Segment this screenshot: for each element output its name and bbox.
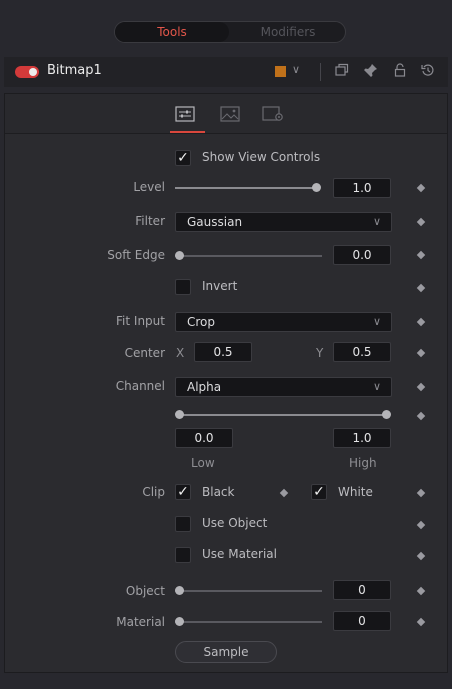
node-enable-toggle[interactable] [15,66,39,78]
node-color-swatch[interactable] [275,66,286,77]
clip-white-label: White [338,485,373,499]
filter-value: Gaussian [187,215,243,229]
clip-label: Clip [142,485,165,499]
center-y-label: Y [316,346,324,360]
center-x-label: X [176,346,185,360]
channel-label: Channel [115,379,165,393]
range-slider-fill [180,414,386,416]
tools-modifiers-switch: Tools Modifiers [114,21,346,43]
object-slider-handle[interactable] [175,586,184,595]
image-tab-icon[interactable] [220,106,240,125]
chevron-down-icon: ∨ [372,215,381,228]
center-label: Center [124,346,165,360]
level-label: Level [133,180,165,194]
clip-white-checkbox[interactable]: ✓ [311,484,327,500]
center-y-input[interactable]: 0.5 [333,342,391,362]
fit-input-dropdown[interactable]: Crop ∨ [175,312,392,332]
clip-black-label: Black [202,485,235,499]
use-object-label: Use Object [202,516,268,530]
use-material-checkbox[interactable] [175,547,191,563]
range-high-handle[interactable] [382,410,391,419]
channel-value: Alpha [187,380,222,394]
range-low-input[interactable]: 0.0 [175,428,233,448]
chevron-down-icon: ∨ [372,380,381,393]
filter-dropdown[interactable]: Gaussian ∨ [175,212,392,232]
show-view-controls-checkbox[interactable]: ✓ [175,150,191,166]
fit-input-label: Fit Input [116,314,165,328]
invert-checkbox[interactable] [175,279,191,295]
use-object-checkbox[interactable] [175,516,191,532]
clip-black-checkbox[interactable]: ✓ [175,484,191,500]
level-input[interactable]: 1.0 [333,178,391,198]
settings-tab-icon[interactable] [262,106,284,125]
level-slider-fill [175,187,319,189]
duplicate-icon[interactable] [335,63,349,81]
range-high-label: High [349,456,377,470]
soft-edge-slider-handle[interactable] [175,251,184,260]
header-divider [320,63,321,81]
soft-edge-label: Soft Edge [107,248,165,262]
chevron-down-icon: ∨ [372,315,381,328]
material-slider-handle[interactable] [175,617,184,626]
soft-edge-slider-track[interactable] [175,255,322,257]
active-tab-indicator [170,131,205,133]
soft-edge-input[interactable]: 0.0 [333,245,391,265]
color-dropdown-icon[interactable]: ∨ [292,63,300,76]
reset-icon[interactable] [421,63,435,81]
pin-icon[interactable] [364,63,378,81]
range-low-label: Low [191,456,215,470]
show-view-controls-label: Show View Controls [202,150,321,164]
center-x-input[interactable]: 0.5 [194,342,252,362]
lock-icon[interactable] [393,63,407,81]
object-slider-track[interactable] [175,590,322,592]
range-high-input[interactable]: 1.0 [333,428,391,448]
node-title[interactable]: Bitmap1 [47,63,102,78]
controls-tab-icon[interactable] [175,106,195,125]
range-low-handle[interactable] [175,410,184,419]
tab-tools[interactable]: Tools [115,22,229,42]
material-input[interactable]: 0 [333,611,391,631]
material-slider-track[interactable] [175,621,322,623]
channel-dropdown[interactable]: Alpha ∨ [175,377,392,397]
object-input[interactable]: 0 [333,580,391,600]
material-label: Material [116,615,165,629]
toggle-knob [29,68,37,76]
object-label: Object [125,584,165,598]
invert-label: Invert [202,279,238,293]
tab-modifiers[interactable]: Modifiers [231,22,345,42]
level-slider-handle[interactable] [312,183,321,192]
fit-input-value: Crop [187,315,216,329]
sample-button[interactable]: Sample [175,641,277,663]
use-material-label: Use Material [202,547,277,561]
filter-label: Filter [135,214,165,228]
